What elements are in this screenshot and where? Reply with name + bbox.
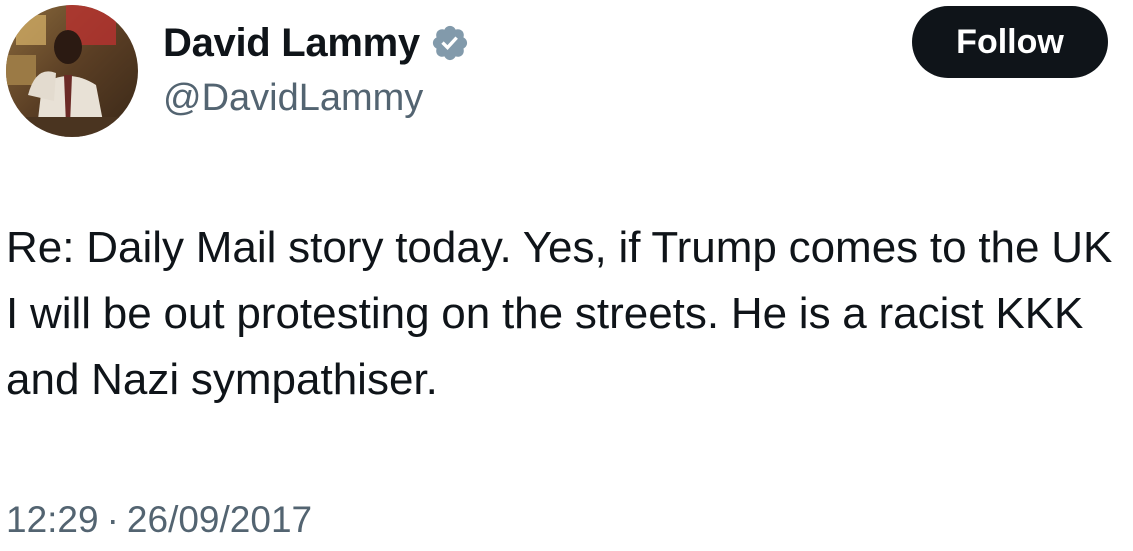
follow-button[interactable]: Follow (912, 6, 1108, 78)
tweet-text: Re: Daily Mail story today. Yes, if Trum… (6, 223, 1113, 404)
author-display-name[interactable]: David Lammy (163, 18, 420, 68)
avatar-photo (6, 5, 138, 137)
author-name-row: David Lammy (163, 18, 470, 68)
avatar[interactable] (6, 5, 138, 137)
tweet-time-link[interactable]: 12:29 (6, 496, 99, 544)
timestamp-separator: · (106, 499, 119, 540)
tweet-timestamp: 12:29 · 26/09/2017 (6, 496, 312, 544)
tweet-card: David Lammy @DavidLammy Follow Re: Daily… (0, 0, 1133, 551)
verified-badge-icon[interactable] (430, 23, 470, 63)
tweet-date-link[interactable]: 26/09/2017 (127, 496, 312, 544)
author-handle[interactable]: @DavidLammy (163, 74, 423, 122)
